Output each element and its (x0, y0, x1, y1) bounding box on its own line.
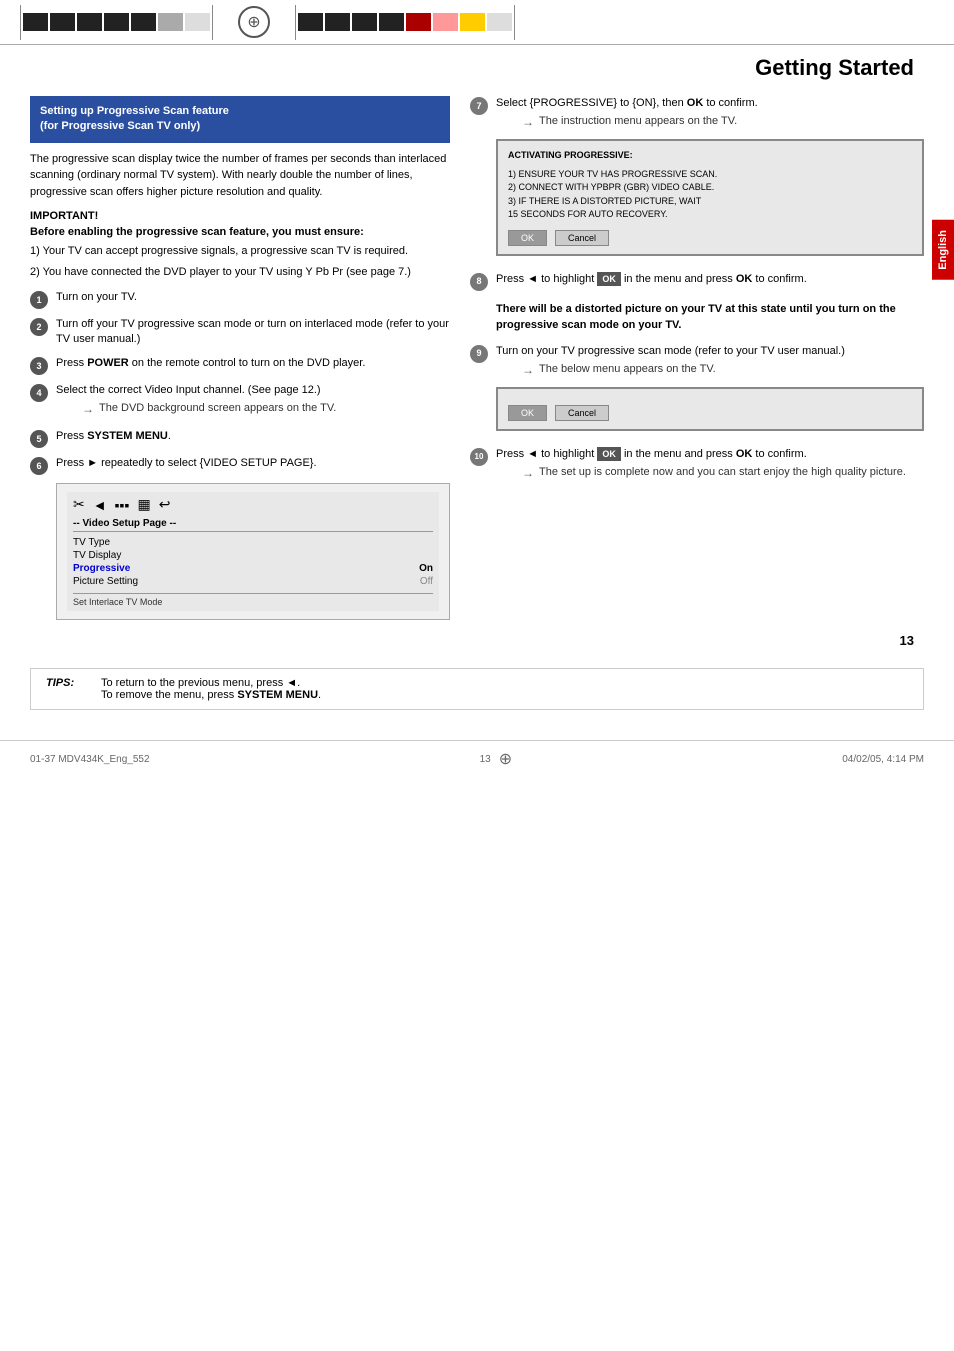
step-4-text: Select the correct Video Input channel. … (56, 384, 321, 396)
step-5: 5 Press SYSTEM MENU. (30, 429, 450, 448)
bar-block-r1 (298, 13, 323, 31)
step-10: 10 Press ◄ to highlight OK in the menu a… (470, 447, 924, 485)
tips-line-1: To return to the previous menu, press ◄. (101, 677, 321, 689)
menu-icon-sound: ◄ (93, 497, 107, 513)
step-7-text: Select {PROGRESSIVE} to {ON}, then OK to… (496, 97, 758, 109)
bar-block-r8 (487, 13, 512, 31)
step-circle-1: 1 (30, 291, 48, 309)
step-9-text: Turn on your TV progressive scan mode (r… (496, 345, 845, 357)
ensure-item-2: 2) You have connected the DVD player to … (30, 265, 450, 280)
bar-block-5 (131, 13, 156, 31)
bar-block-7 (185, 13, 210, 31)
bar-block-r6 (433, 13, 458, 31)
step-4-arrow: → The DVD background screen appears on t… (82, 401, 450, 418)
dialog-cancel-btn-1[interactable]: Cancel (555, 230, 609, 246)
footer-left: 01-37 MDV434K_Eng_552 (30, 754, 150, 765)
compass-icon: ⊕ (238, 6, 270, 38)
right-column: 7 Select {PROGRESSIVE} to {ON}, then OK … (470, 96, 924, 628)
step-circle-4: 4 (30, 384, 48, 402)
dialog-line-2: 2) CONNECT WITH YPBPR (GBR) VIDEO CABLE. (508, 181, 912, 195)
bar-block-r2 (325, 13, 350, 31)
bar-block-r7 (460, 13, 485, 31)
left-column: Setting up Progressive Scan feature (for… (30, 96, 450, 628)
menu-title: -- Video Setup Page -- (73, 518, 433, 532)
dialog-ok-btn-2[interactable]: OK (508, 405, 547, 421)
menu-icon-grid: ▦ (137, 496, 150, 513)
important-sub: Before enabling the progressive scan fea… (30, 226, 450, 238)
step-10-arrow: → The set up is complete now and you can… (522, 465, 924, 482)
tips-section: TIPS: To return to the previous menu, pr… (30, 668, 924, 710)
page-title: Getting Started (30, 55, 924, 81)
tips-line-2: To remove the menu, press SYSTEM MENU. (101, 689, 321, 701)
dialog-buttons-1: OK Cancel (508, 230, 912, 246)
important-label: IMPORTANT! (30, 210, 450, 222)
step-circle-3: 3 (30, 357, 48, 375)
section-heading-box: Setting up Progressive Scan feature (for… (30, 96, 450, 143)
bar-block-2 (50, 13, 75, 31)
dialog-line-4: 15 SECONDS FOR AUTO RECOVERY. (508, 208, 912, 222)
step-7-arrow: → The instruction menu appears on the TV… (522, 114, 924, 131)
dialog-buttons-2: OK Cancel (508, 405, 912, 421)
intro-text: The progressive scan display twice the n… (30, 151, 450, 201)
menu-row-picture: Picture Setting Off (73, 575, 433, 588)
step-circle-2: 2 (30, 318, 48, 336)
menu-icon-scissors: ✂ (73, 496, 85, 513)
step-6: 6 Press ► repeatedly to select {VIDEO SE… (30, 456, 450, 475)
step-9-arrow: → The below menu appears on the TV. (522, 362, 924, 379)
step-circle-8: 8 (470, 273, 488, 291)
bar-block-1 (23, 13, 48, 31)
dialog-line-1: 1) ENSURE YOUR TV HAS PROGRESSIVE SCAN. (508, 168, 912, 182)
step-4: 4 Select the correct Video Input channel… (30, 383, 450, 421)
ok-box-8: OK (597, 272, 621, 287)
step-circle-9: 9 (470, 345, 488, 363)
tips-label: TIPS: (46, 677, 86, 689)
step-1: 1 Turn on your TV. (30, 290, 450, 309)
menu-screenshot: ✂ ◄ ▪▪▪ ▦ ↩ -- Video Setup Page -- TV Ty… (56, 483, 450, 620)
dialog-line-3: 3) IF THERE IS A DISTORTED PICTURE, WAIT (508, 195, 912, 209)
bar-block-r3 (352, 13, 377, 31)
step-circle-5: 5 (30, 430, 48, 448)
step-circle-7: 7 (470, 97, 488, 115)
ensure-item-1: 1) Your TV can accept progressive signal… (30, 244, 450, 259)
step-2: 2 Turn off your TV progressive scan mode… (30, 317, 450, 348)
footer-compass: ⊕ (499, 749, 512, 769)
step-circle-6: 6 (30, 457, 48, 475)
footer-center-text: 13 (480, 754, 491, 765)
menu-icons-row: ✂ ◄ ▪▪▪ ▦ ↩ (73, 496, 433, 513)
dialog-ok-btn-1[interactable]: OK (508, 230, 547, 246)
step-8-text: Press ◄ to highlight OK in the menu and … (496, 273, 807, 285)
menu-icon-return: ↩ (159, 496, 171, 513)
dialog-activating-title: ACTIVATING PROGRESSIVE: (508, 149, 912, 163)
step-2-text: Turn off your TV progressive scan mode o… (56, 318, 449, 345)
step-9: 9 Turn on your TV progressive scan mode … (470, 344, 924, 439)
menu-footer: Set Interlace TV Mode (73, 593, 433, 607)
menu-row-tvtype: TV Type (73, 536, 433, 549)
language-tab: English (932, 220, 954, 280)
dialog-activating: ACTIVATING PROGRESSIVE: 1) ENSURE YOUR T… (496, 139, 924, 256)
step-10-text: Press ◄ to highlight OK in the menu and … (496, 448, 807, 460)
bar-block-r4 (379, 13, 404, 31)
menu-row-tvdisplay: TV Display (73, 549, 433, 562)
step-7: 7 Select {PROGRESSIVE} to {ON}, then OK … (470, 96, 924, 264)
step-1-text: Turn on your TV. (56, 291, 137, 303)
menu-row-progressive: Progressive On (73, 562, 433, 575)
footer-bar: 01-37 MDV434K_Eng_552 13 ⊕ 04/02/05, 4:1… (0, 740, 954, 777)
step-8: 8 Press ◄ to highlight OK in the menu an… (470, 272, 924, 291)
bar-block-4 (104, 13, 129, 31)
page-number: 13 (30, 633, 924, 648)
footer-right: 04/02/05, 4:14 PM (842, 754, 924, 765)
bar-block-6 (158, 13, 183, 31)
ok-box-10: OK (597, 447, 621, 462)
step-circle-10: 10 (470, 448, 488, 466)
bar-block-3 (77, 13, 102, 31)
menu-icon-camera: ▪▪▪ (115, 497, 130, 513)
step-3: 3 Press POWER on the remote control to t… (30, 356, 450, 375)
dialog-confirm: OK Cancel (496, 387, 924, 431)
bar-block-r5 (406, 13, 431, 31)
dialog-cancel-btn-2[interactable]: Cancel (555, 405, 609, 421)
warning-block: There will be a distorted picture on you… (496, 301, 924, 334)
